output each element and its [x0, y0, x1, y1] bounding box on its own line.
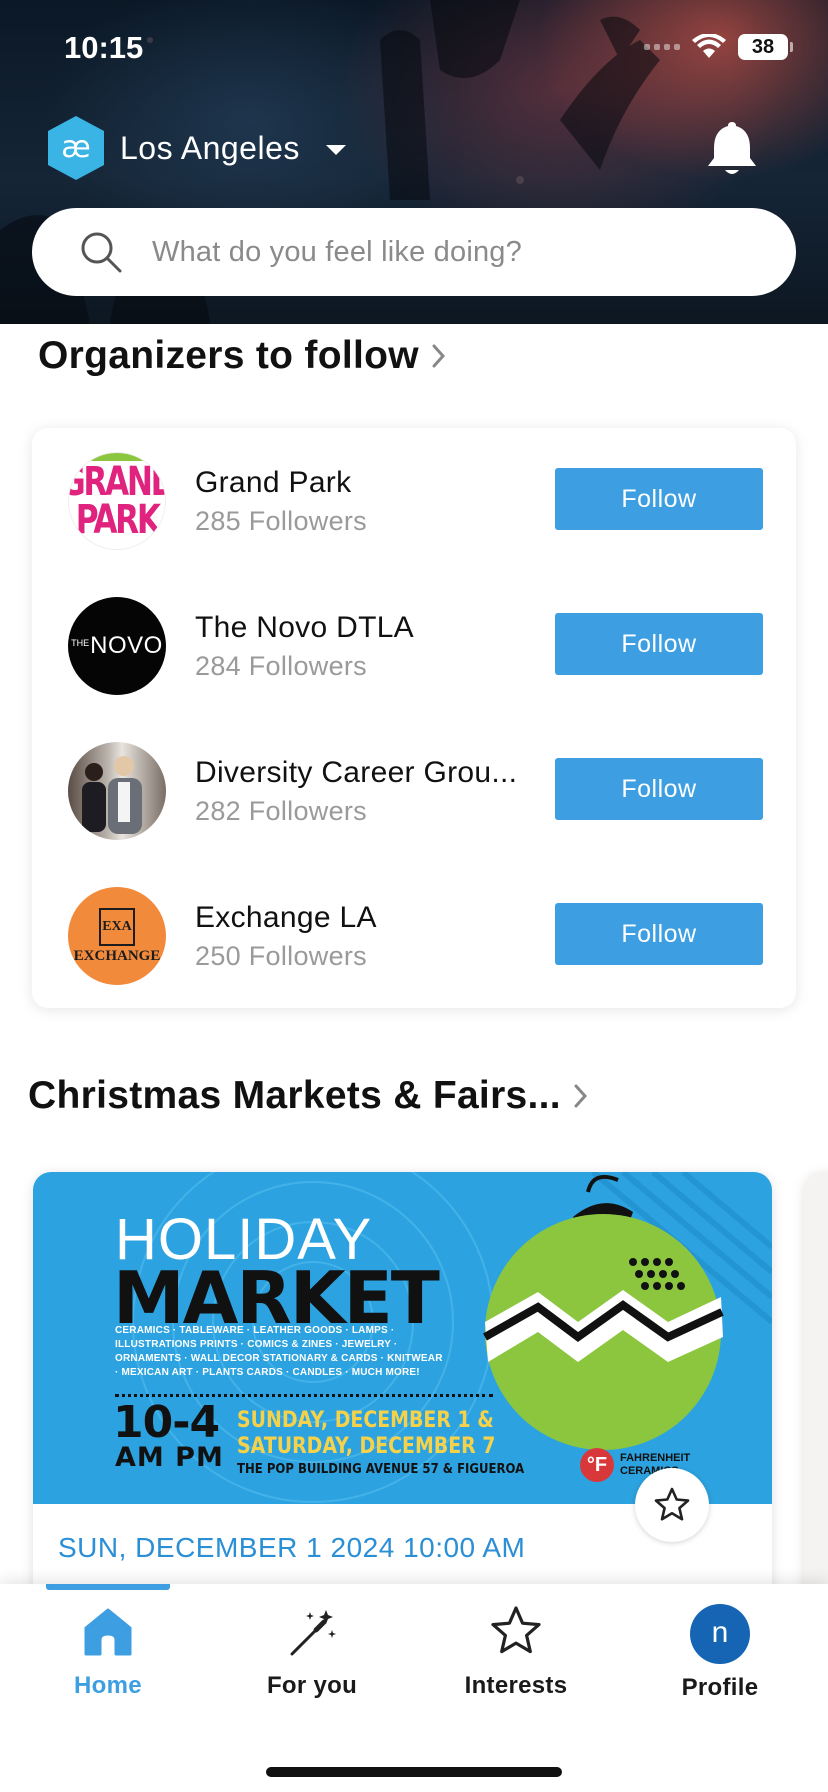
event-poster-image: HOLIDAY MARKET CERAMICS · TABLEWARE · LE… [33, 1172, 772, 1504]
markets-section-header[interactable]: Christmas Markets & Fairs... [28, 1074, 591, 1118]
nav-label: Profile [681, 1674, 759, 1701]
nav-profile[interactable]: n Profile [630, 1604, 810, 1724]
organizer-name: Exchange LA [195, 901, 377, 934]
favorite-button[interactable] [635, 1468, 709, 1542]
location-selector[interactable]: æ Los Angeles [44, 114, 346, 182]
organizers-card: GRAND PARK Grand Park 285 Followers Foll… [32, 428, 796, 1008]
organizer-name: Diversity Career Grou... [195, 756, 518, 789]
search-bar[interactable]: What do you feel like doing? [32, 208, 796, 296]
svg-text:æ: æ [61, 130, 90, 165]
poster-date-line: SUNDAY, DECEMBER 1 & [237, 1408, 494, 1433]
organizers-title: Organizers to follow [38, 334, 419, 377]
organizer-avatar-photo [68, 742, 166, 840]
chevron-down-icon [325, 145, 346, 155]
nav-label: Interests [464, 1672, 568, 1699]
chevron-right-icon [574, 1084, 587, 1108]
organizer-followers: 250 Followers [195, 941, 367, 971]
status-time: 10:15 [64, 30, 144, 65]
avatar-logo-text: EXCHANGE [73, 947, 161, 964]
bottom-navigation: Home For you Interests n Profile [0, 1584, 828, 1792]
avatar-logo-text: EXA [99, 907, 135, 946]
organizer-row[interactable]: GRAND PARK Grand Park 285 Followers Foll… [32, 452, 796, 552]
star-icon [491, 1606, 541, 1654]
poster-ampm: AM PM [115, 1442, 224, 1473]
organizer-row[interactable]: THE NOVO The Novo DTLA 284 Followers Fol… [32, 597, 796, 697]
star-outline-icon [654, 1487, 690, 1521]
nav-label: Home [74, 1672, 142, 1699]
brand-logo: °F [580, 1448, 614, 1482]
profile-avatar: n [690, 1604, 750, 1664]
poster-dates: SUNDAY, DECEMBER 1 & SATURDAY, DECEMBER … [237, 1408, 495, 1460]
cellular-signal-icon [644, 44, 680, 50]
poster-item-list: CERAMICS · TABLEWARE · LEATHER GOODS · L… [115, 1325, 443, 1378]
avatar-logo-text: NOVO [90, 632, 163, 659]
organizer-row[interactable]: EXA EXCHANGE Exchange LA 250 Followers F… [32, 887, 796, 987]
avatar-logo-text: GRAND [69, 459, 165, 505]
follow-button[interactable]: Follow [555, 468, 763, 530]
app-logo-icon: æ [48, 116, 104, 180]
status-indicators: 38 [644, 34, 793, 60]
search-icon [81, 232, 122, 273]
location-name: Los Angeles [120, 129, 300, 166]
nav-interests[interactable]: Interests [426, 1604, 606, 1724]
avatar-logo-text: THE [71, 638, 90, 648]
nav-label: For you [266, 1672, 358, 1699]
wifi-icon [692, 34, 726, 58]
follow-button[interactable]: Follow [555, 613, 763, 675]
follow-button[interactable]: Follow [555, 758, 763, 820]
poster-date-line: SATURDAY, DECEMBER 7 [237, 1434, 496, 1459]
notifications-bell-icon[interactable] [706, 118, 758, 178]
avatar-logo-text: PARK [75, 497, 161, 543]
organizer-avatar: EXA EXCHANGE [68, 887, 166, 985]
people-photo [82, 756, 142, 834]
organizer-followers: 284 Followers [195, 651, 367, 681]
battery-indicator: 38 [738, 34, 793, 60]
event-date: SUN, DECEMBER 1 2024 10:00 AM [58, 1532, 526, 1563]
poster-hours: 10-4 [113, 1397, 220, 1448]
markets-title: Christmas Markets & Fairs... [28, 1074, 561, 1117]
organizer-name: The Novo DTLA [195, 611, 414, 644]
next-event-card-peek[interactable] [804, 1172, 828, 1612]
organizer-name: Grand Park [195, 466, 352, 499]
nav-for-you[interactable]: For you [222, 1604, 402, 1724]
organizer-row[interactable]: Diversity Career Grou... 282 Followers F… [32, 742, 796, 842]
poster-venue: THE POP BUILDING AVENUE 57 & FIGUEROA [237, 1462, 525, 1477]
search-input[interactable]: What do you feel like doing? [152, 236, 522, 269]
event-card[interactable]: HOLIDAY MARKET CERAMICS · TABLEWARE · LE… [33, 1172, 772, 1612]
organizer-avatar: GRAND PARK [68, 452, 166, 550]
organizers-section-header[interactable]: Organizers to follow [38, 334, 449, 378]
chevron-right-icon [432, 344, 445, 368]
organizer-avatar: THE NOVO [68, 597, 166, 695]
nav-home[interactable]: Home [18, 1604, 198, 1724]
follow-button[interactable]: Follow [555, 903, 763, 965]
header-banner: 10:15 38 æ Los Angeles What do you feel … [0, 0, 828, 324]
home-icon [84, 1608, 132, 1656]
active-tab-indicator [46, 1584, 170, 1590]
magic-wand-icon [290, 1610, 336, 1656]
organizer-followers: 282 Followers [195, 796, 367, 826]
organizer-followers: 285 Followers [195, 506, 367, 536]
home-indicator [266, 1767, 562, 1777]
